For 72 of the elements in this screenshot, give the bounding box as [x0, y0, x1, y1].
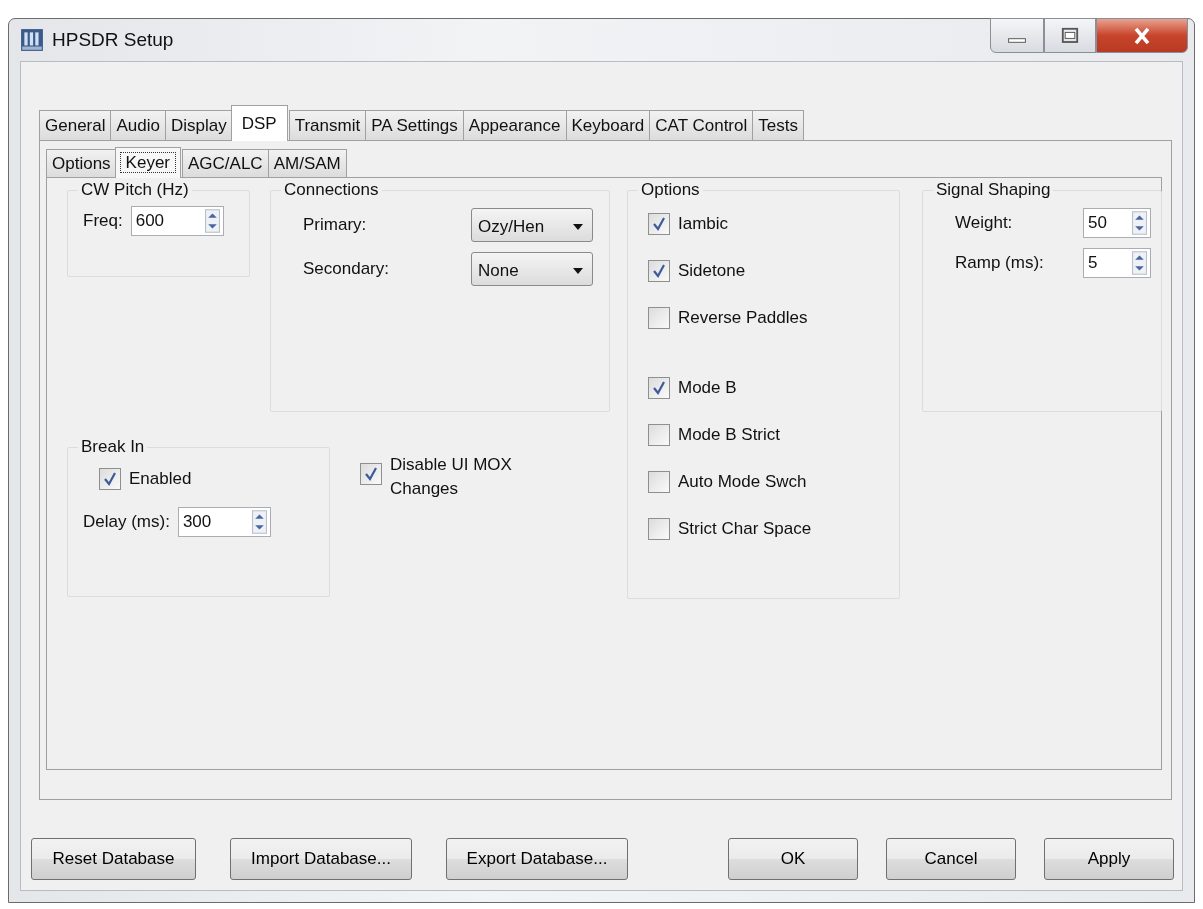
maximize-button[interactable] — [1044, 18, 1096, 53]
close-button[interactable] — [1096, 18, 1188, 53]
checkbox-label: Enabled — [129, 469, 192, 489]
checkbox[interactable] — [360, 463, 382, 485]
checkmark-icon — [363, 466, 379, 482]
checkbox[interactable] — [648, 213, 670, 235]
app-icon — [20, 28, 44, 52]
tab[interactable]: PA Settings — [365, 110, 464, 140]
checkmark-icon — [651, 263, 667, 279]
checkbox-label: Mode B Strict — [678, 425, 781, 445]
group-title: Connections — [283, 180, 380, 200]
minimize-button[interactable] — [990, 18, 1044, 53]
tab[interactable]: Appearance — [462, 110, 567, 140]
tab[interactable]: Keyer — [114, 147, 181, 178]
tab[interactable]: Keyboard — [565, 110, 651, 140]
field-label: Delay (ms): — [83, 512, 170, 532]
checkmark-icon — [651, 380, 667, 396]
minimize-icon — [1008, 38, 1026, 43]
dialog-button[interactable]: OK — [728, 838, 858, 880]
checkmark-icon — [102, 471, 118, 487]
checkbox-label: Iambic — [678, 214, 729, 234]
field-label: Weight: — [955, 213, 1013, 233]
checkbox[interactable] — [648, 424, 670, 446]
caret-icon — [572, 222, 584, 231]
checkbox[interactable] — [648, 307, 670, 329]
checkbox[interactable] — [648, 377, 670, 399]
checkbox[interactable] — [648, 260, 670, 282]
checkbox-label: Auto Mode Swch — [678, 472, 807, 492]
spinner-arrows-icon — [204, 209, 220, 233]
tab[interactable]: CAT Control — [649, 110, 754, 140]
caret-icon — [572, 266, 584, 275]
dialog-button[interactable]: Apply — [1044, 838, 1174, 880]
spin-field[interactable]: 50 — [1083, 208, 1151, 238]
checkbox[interactable] — [99, 468, 121, 490]
dialog-button[interactable]: Import Database... — [230, 838, 412, 880]
tab[interactable]: Tests — [752, 110, 804, 140]
spinner-arrows-icon — [251, 510, 267, 534]
checkmark-icon — [651, 216, 667, 232]
field-label: Primary: — [303, 215, 367, 235]
dialog-button[interactable]: Export Database... — [446, 838, 628, 880]
tab[interactable]: AGC/ALC — [182, 149, 269, 177]
group-title: Options — [640, 180, 701, 200]
checkbox-label: Mode B — [678, 378, 737, 398]
tab[interactable]: General — [39, 110, 112, 140]
tab[interactable]: Audio — [110, 110, 166, 140]
spinner-arrows-icon — [1132, 251, 1147, 275]
dropdown[interactable]: None — [471, 252, 593, 286]
checkbox[interactable] — [648, 518, 670, 540]
dialog-button[interactable]: Reset Database — [31, 838, 196, 880]
spin-field[interactable]: 300 — [177, 507, 271, 537]
tab[interactable]: Display — [164, 110, 233, 140]
checkbox-label: Reverse Paddles — [678, 308, 808, 328]
tab[interactable]: DSP — [230, 105, 288, 141]
dialog-button[interactable]: Cancel — [886, 838, 1016, 880]
spin-field[interactable]: 5 — [1083, 248, 1151, 278]
spin-field[interactable]: 600 — [130, 206, 224, 236]
field-label: Freq: — [83, 211, 123, 231]
tab[interactable]: Transmit — [288, 110, 367, 140]
group-title: Signal Shaping — [935, 180, 1052, 200]
field-label: Secondary: — [303, 259, 389, 279]
checkbox-label: Disable UI MOX Changes — [390, 454, 513, 500]
tab[interactable]: Options — [46, 149, 117, 177]
window-title: HPSDR Setup — [52, 29, 174, 51]
checkbox[interactable] — [648, 471, 670, 493]
checkbox-label: Strict Char Space — [678, 519, 812, 539]
tab[interactable]: AM/SAM — [267, 149, 347, 177]
spinner-arrows-icon — [1132, 211, 1147, 235]
dropdown[interactable]: Ozy/Hen — [471, 208, 593, 242]
group-title: CW Pitch (Hz) — [80, 180, 190, 200]
checkbox-label: Sidetone — [678, 261, 746, 281]
field-label: Ramp (ms): — [955, 253, 1044, 273]
group-title: Break In — [80, 437, 146, 457]
